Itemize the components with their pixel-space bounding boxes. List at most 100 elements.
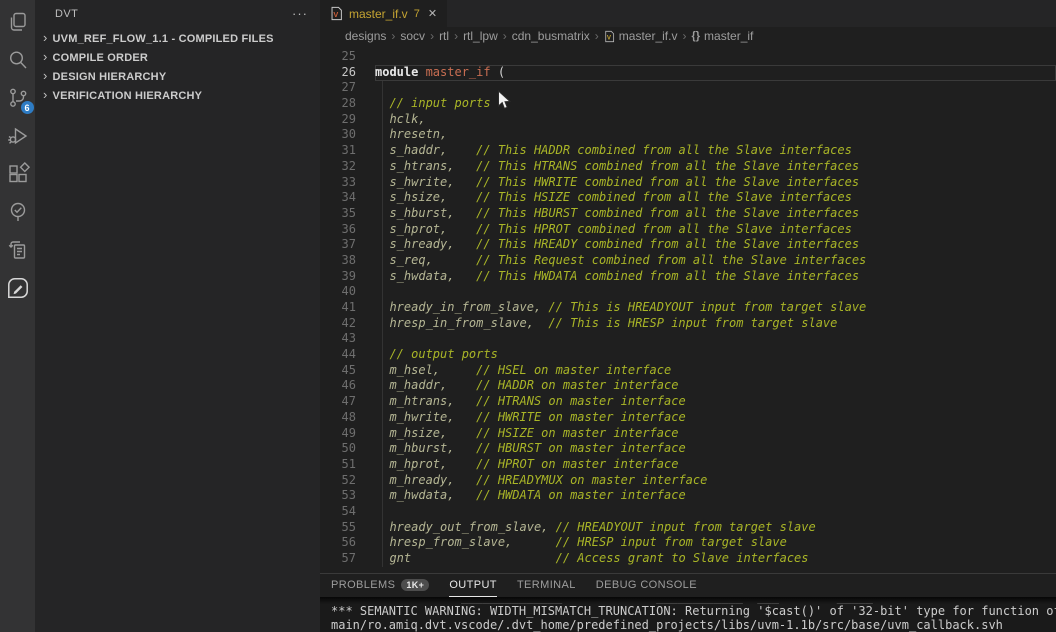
sidebar-header: DVT ··· bbox=[35, 0, 320, 27]
code-line[interactable]: 29 hclk, bbox=[320, 112, 1056, 128]
breadcrumb-label: master_if bbox=[704, 29, 753, 43]
code-line[interactable]: 54 bbox=[320, 504, 1056, 520]
line-number: 51 bbox=[320, 457, 356, 473]
code-line[interactable]: 57 gnt // Access grant to Slave interfac… bbox=[320, 551, 1056, 567]
more-actions-icon[interactable]: ··· bbox=[292, 6, 308, 21]
code-line[interactable]: 53 m_hwdata, // HWDATA on master interfa… bbox=[320, 488, 1056, 504]
breadcrumb-label: designs bbox=[345, 29, 386, 43]
line-number: 35 bbox=[320, 206, 356, 222]
panel-tab-debug-console[interactable]: DEBUG CONSOLE bbox=[596, 574, 697, 597]
code-text: m_hprot, // HPROT on master interface bbox=[375, 457, 678, 473]
code-line[interactable]: 32 s_htrans, // This HTRANS combined fro… bbox=[320, 159, 1056, 175]
code-text: m_hready, // HREADYMUX on master interfa… bbox=[375, 473, 707, 489]
dvt-editor-icon[interactable] bbox=[4, 274, 32, 302]
code-line[interactable]: 43 bbox=[320, 331, 1056, 347]
code-line[interactable]: 55 hready_out_from_slave, // HREADYOUT i… bbox=[320, 520, 1056, 536]
code-line[interactable]: 52 m_hready, // HREADYMUX on master inte… bbox=[320, 473, 1056, 489]
sidebar-item-compile-order[interactable]: › COMPILE ORDER bbox=[35, 48, 320, 67]
tab-master-if[interactable]: V master_if.v 7 ✕ bbox=[320, 0, 447, 27]
line-number: 50 bbox=[320, 441, 356, 457]
chevron-right-icon: › bbox=[43, 49, 48, 64]
code-line[interactable]: 46 m_haddr, // HADDR on master interface bbox=[320, 378, 1056, 394]
sidebar-item-verification-hierarchy[interactable]: ›VERIFICATION HIERARCHY bbox=[35, 86, 320, 105]
panel-tab-output[interactable]: OUTPUT bbox=[449, 574, 497, 597]
sidebar-item-design-hierarchy[interactable]: ›DESIGN HIERARCHY bbox=[35, 67, 320, 86]
line-number: 55 bbox=[320, 520, 356, 536]
code-line[interactable]: 35 s_hburst, // This HBURST combined fro… bbox=[320, 206, 1056, 222]
code-text: m_hsel, // HSEL on master interface bbox=[375, 363, 671, 379]
tab-bar: V master_if.v 7 ✕ bbox=[320, 0, 1056, 27]
search-icon[interactable] bbox=[4, 46, 32, 74]
sidebar-item-label: VERIFICATION HIERARCHY bbox=[53, 90, 203, 102]
code-line[interactable]: 42 hresp_in_from_slave, // This is HRESP… bbox=[320, 316, 1056, 332]
verification-tree-icon[interactable] bbox=[4, 198, 32, 226]
close-icon[interactable]: ✕ bbox=[428, 7, 437, 20]
breadcrumb-item-socv[interactable]: socv bbox=[400, 29, 425, 43]
breadcrumb-item-rtl-lpw[interactable]: rtl_lpw bbox=[463, 29, 498, 43]
code-text: hresetn, bbox=[375, 127, 447, 143]
line-number: 42 bbox=[320, 316, 356, 332]
output-line: main/ro.amiq.dvt.vscode/.dvt_home/predef… bbox=[331, 619, 1056, 632]
breadcrumb-label: rtl_lpw bbox=[463, 29, 498, 43]
code-line[interactable]: 28 // input ports bbox=[320, 96, 1056, 112]
code-line[interactable]: 25 bbox=[320, 49, 1056, 65]
code-line[interactable]: 33 s_hwrite, // This HWRITE combined fro… bbox=[320, 175, 1056, 191]
line-number: 28 bbox=[320, 96, 356, 112]
code-text: // output ports bbox=[375, 347, 498, 363]
code-line[interactable]: 38 s_req, // This Request combined from … bbox=[320, 253, 1056, 269]
code-editor[interactable]: 2526module master_if (2728 // input port… bbox=[320, 45, 1056, 573]
code-line[interactable]: 47 m_htrans, // HTRANS on master interfa… bbox=[320, 394, 1056, 410]
breadcrumb-label: socv bbox=[400, 29, 425, 43]
output-line: *** SEMANTIC WARNING: WIDTH_MISMATCH_TRU… bbox=[331, 605, 1056, 619]
code-line[interactable]: 45 m_hsel, // HSEL on master interface bbox=[320, 363, 1056, 379]
code-line[interactable]: 37 s_hready, // This HREADY combined fro… bbox=[320, 237, 1056, 253]
code-text: s_hburst, // This HBURST combined from a… bbox=[375, 206, 859, 222]
code-text: hclk, bbox=[375, 112, 426, 128]
explorer-icon[interactable] bbox=[4, 8, 32, 36]
code-line[interactable]: 40 bbox=[320, 284, 1056, 300]
code-line[interactable]: 41 hready_in_from_slave, // This is HREA… bbox=[320, 300, 1056, 316]
chevron-right-icon: › bbox=[43, 30, 48, 45]
panel-tab-problems[interactable]: PROBLEMS1K+ bbox=[331, 574, 429, 597]
line-number: 38 bbox=[320, 253, 356, 269]
line-number: 25 bbox=[320, 49, 356, 65]
breadcrumb-separator-icon: › bbox=[430, 29, 434, 43]
code-line[interactable]: 31 s_haddr, // This HADDR combined from … bbox=[320, 143, 1056, 159]
breadcrumb-item-cdn-busmatrix[interactable]: cdn_busmatrix bbox=[512, 29, 590, 43]
tab-label: master_if.v bbox=[349, 7, 408, 21]
sidebar-item-uvm-ref-flow-1-1-compiled-files[interactable]: ›UVM_REF_FLOW_1.1 - COMPILED FILES bbox=[35, 29, 320, 48]
code-line[interactable]: 39 s_hwdata, // This HWDATA combined fro… bbox=[320, 269, 1056, 285]
tasks-icon[interactable] bbox=[4, 236, 32, 264]
output-console[interactable]: ______________ ____________ ___ _____ **… bbox=[320, 597, 1056, 632]
panel-tab-label: DEBUG CONSOLE bbox=[596, 579, 697, 591]
panel-tab-terminal[interactable]: TERMINAL bbox=[517, 574, 576, 597]
line-number: 36 bbox=[320, 222, 356, 238]
code-line[interactable]: 48 m_hwrite, // HWRITE on master interfa… bbox=[320, 410, 1056, 426]
run-debug-icon[interactable] bbox=[4, 122, 32, 150]
sidebar-item-label: COMPILE ORDER bbox=[53, 52, 149, 64]
source-control-icon[interactable]: 6 bbox=[4, 84, 32, 112]
code-text: s_hwdata, // This HWDATA combined from a… bbox=[375, 269, 859, 285]
code-text: module master_if ( bbox=[375, 65, 505, 81]
breadcrumb-item-designs[interactable]: designs bbox=[345, 29, 386, 43]
code-text: s_htrans, // This HTRANS combined from a… bbox=[375, 159, 859, 175]
code-line[interactable]: 49 m_hsize, // HSIZE on master interface bbox=[320, 426, 1056, 442]
breadcrumb-item-master-if[interactable]: {}master_if bbox=[691, 29, 753, 43]
code-line[interactable]: 36 s_hprot, // This HPROT combined from … bbox=[320, 222, 1056, 238]
code-line[interactable]: 44 // output ports bbox=[320, 347, 1056, 363]
line-number: 40 bbox=[320, 284, 356, 300]
code-line[interactable]: 50 m_hburst, // HBURST on master interfa… bbox=[320, 441, 1056, 457]
breadcrumb-item-master-if-v[interactable]: Vmaster_if.v bbox=[604, 29, 678, 43]
code-line[interactable]: 51 m_hprot, // HPROT on master interface bbox=[320, 457, 1056, 473]
code-line[interactable]: 34 s_hsize, // This HSIZE combined from … bbox=[320, 190, 1056, 206]
chevron-right-icon: › bbox=[43, 68, 48, 83]
extensions-icon[interactable] bbox=[4, 160, 32, 188]
code-line[interactable]: 27 bbox=[320, 80, 1056, 96]
code-line[interactable]: 56 hresp_from_slave, // HRESP input from… bbox=[320, 535, 1056, 551]
line-number: 32 bbox=[320, 159, 356, 175]
code-text: s_req, // This Request combined from all… bbox=[375, 253, 866, 269]
code-text: s_hprot, // This HPROT combined from all… bbox=[375, 222, 852, 238]
breadcrumb-item-rtl[interactable]: rtl bbox=[439, 29, 449, 43]
code-line[interactable]: 26module master_if ( bbox=[320, 65, 1056, 81]
code-line[interactable]: 30 hresetn, bbox=[320, 127, 1056, 143]
